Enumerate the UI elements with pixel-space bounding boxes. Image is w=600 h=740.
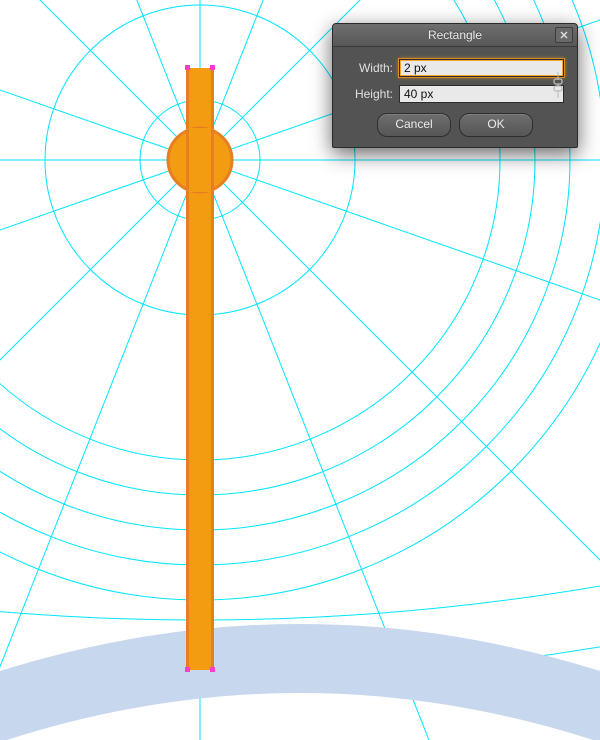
orange-bar-overlay-fill: [189, 128, 211, 192]
rectangle-dialog: Rectangle Width: Height: Cancel: [332, 23, 578, 148]
height-label: Height:: [343, 87, 393, 101]
width-label: Width:: [343, 61, 393, 75]
dialog-title: Rectangle: [428, 28, 482, 42]
dialog-body: Width: Height: Cancel OK: [333, 47, 577, 147]
constrain-proportions-icon: [548, 70, 568, 100]
dialog-titlebar[interactable]: Rectangle: [333, 24, 577, 47]
ok-button[interactable]: OK: [459, 113, 533, 137]
dialog-buttons: Cancel OK: [343, 113, 567, 137]
dialog-close-button[interactable]: [555, 27, 573, 43]
width-row: Width:: [343, 59, 567, 77]
close-icon: [560, 31, 568, 39]
width-input[interactable]: [399, 59, 564, 77]
background-wave: [0, 624, 600, 740]
height-row: Height:: [343, 85, 567, 103]
height-input[interactable]: [399, 85, 564, 103]
cancel-button[interactable]: Cancel: [377, 113, 451, 137]
constrain-proportions-button[interactable]: [547, 69, 569, 101]
